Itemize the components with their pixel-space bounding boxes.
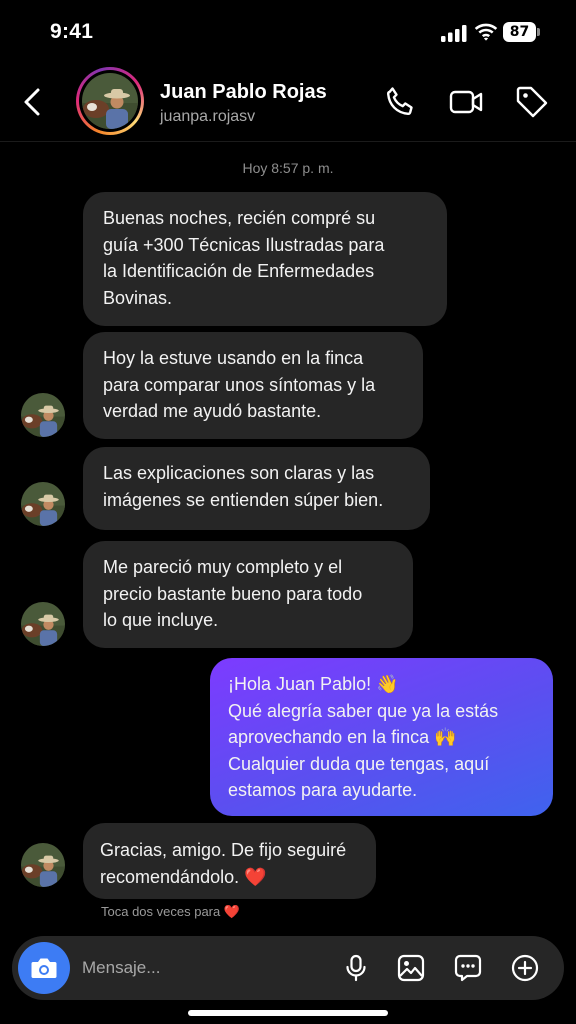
message-line: verdad me ayudó bastante. — [103, 401, 322, 421]
message-line: lo que incluye. — [103, 610, 219, 630]
avatar-photo — [21, 843, 65, 887]
message-line: Bovinas. — [103, 287, 173, 308]
message-line: imágenes se entienden súper bien. — [103, 489, 384, 510]
message-line: la Identificación de Enfermedades — [103, 261, 375, 281]
plus-circle-icon[interactable] — [511, 954, 539, 982]
phone-icon[interactable] — [382, 84, 418, 120]
message-line: precio bastante bueno para todo — [103, 583, 363, 604]
message-bubble-incoming[interactable]: Me pareció muy completo y el precio bast… — [83, 541, 413, 648]
back-icon[interactable] — [18, 82, 48, 122]
contact-avatar-small[interactable] — [21, 393, 65, 437]
avatar-photo — [21, 393, 65, 437]
message-line: Las explicaciones son claras y las — [103, 463, 375, 483]
camera-button[interactable] — [18, 942, 70, 994]
message-line: Hoy la estuve usando en la finca — [103, 348, 364, 368]
avatar-photo — [82, 73, 138, 129]
battery-level: 87 — [509, 24, 530, 40]
home-indicator[interactable] — [188, 1010, 388, 1016]
contact-avatar[interactable] — [76, 67, 144, 135]
chat-timestamp: Hoy 8:57 p. m. — [242, 160, 334, 176]
message-line: guía +300 Técnicas Ilustradas para — [103, 234, 385, 255]
message-bubble-incoming[interactable]: Gracias, amigo. De fijo seguiré recomend… — [83, 823, 376, 899]
message-line: Qué alegría saber que ya la estás — [228, 700, 499, 721]
message-line: para comparar unos síntomas y la — [103, 374, 376, 395]
gallery-icon[interactable] — [397, 954, 425, 982]
message-line: estamos para ayudarte. — [228, 780, 418, 800]
avatar-photo — [21, 602, 65, 646]
message-composer — [12, 936, 564, 1000]
message-line: Me pareció muy completo y el — [103, 557, 343, 577]
message-input[interactable] — [82, 955, 322, 981]
status-time: 9:41 — [50, 20, 94, 43]
battery-icon: 87 — [503, 22, 540, 42]
message-line: Buenas noches, recién compré su — [103, 208, 376, 228]
message-bubble-outgoing[interactable]: ¡Hola Juan Pablo! 👋 Qué alegría saber qu… — [210, 658, 553, 816]
video-camera-icon[interactable] — [448, 84, 484, 120]
message-line: ¡Hola Juan Pablo! 👋 — [228, 674, 399, 694]
message-line: Cualquier duda que tengas, aquí — [228, 753, 490, 774]
wifi-icon — [474, 23, 498, 41]
tag-icon[interactable] — [514, 84, 550, 120]
cellular-signal-icon — [441, 25, 467, 42]
double-tap-hint: Toca dos veces para ❤️ — [101, 904, 241, 919]
contact-username[interactable]: juanpa.rojasv — [160, 108, 255, 126]
chat-header: Juan Pablo Rojas juanpa.rojasv — [0, 62, 576, 142]
message-bubble-incoming[interactable]: Buenas noches, recién compré su guía +30… — [83, 192, 447, 326]
sticker-icon[interactable] — [454, 954, 482, 982]
message-bubble-incoming[interactable]: Las explicaciones son claras y las imáge… — [83, 447, 430, 530]
contact-avatar-small[interactable] — [21, 843, 65, 887]
contact-avatar-small[interactable] — [21, 482, 65, 526]
contact-avatar-small[interactable] — [21, 602, 65, 646]
contact-name[interactable]: Juan Pablo Rojas — [160, 81, 327, 104]
camera-icon — [31, 958, 57, 978]
message-line: aprovechando en la finca 🙌 — [228, 727, 457, 747]
microphone-icon[interactable] — [342, 954, 370, 982]
message-line: Gracias, amigo. De fijo seguiré — [100, 840, 347, 860]
status-bar: 9:41 87 — [0, 0, 576, 62]
avatar-photo — [21, 482, 65, 526]
message-line: recomendándolo. ❤️ — [100, 866, 267, 887]
message-bubble-incoming[interactable]: Hoy la estuve usando en la finca para co… — [83, 332, 423, 439]
